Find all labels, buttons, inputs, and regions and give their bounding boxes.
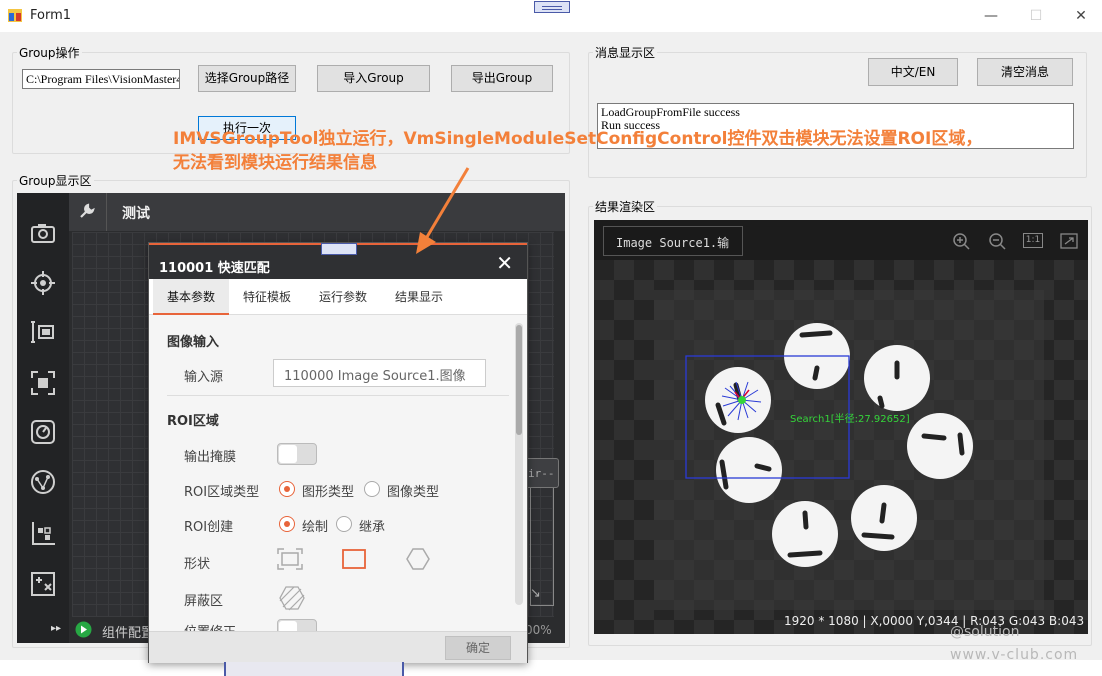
chart-tool-icon[interactable] <box>29 519 57 547</box>
measure-icon[interactable] <box>29 318 57 346</box>
recognize-icon[interactable] <box>29 369 57 397</box>
roi-type-shape-radio[interactable] <box>279 481 295 497</box>
toolbar-divider <box>106 193 107 231</box>
minimize-button[interactable]: — <box>981 6 1001 26</box>
group-path-input[interactable]: C:\Program Files\VisionMaster4 <box>22 69 180 89</box>
match-result-label: Search1[半径:27.92652] <box>790 412 910 425</box>
watermark-handle: @solution <box>950 624 1020 640</box>
roi-create-inherit-label: 继承 <box>359 520 386 535</box>
result-image: Search1[半径:27.92652] <box>654 290 1044 610</box>
section-roi: ROI区域 <box>167 414 219 429</box>
dialog-close-icon[interactable]: ✕ <box>496 251 513 275</box>
calculator-icon[interactable] <box>29 570 57 598</box>
dock-handle[interactable] <box>534 1 570 13</box>
background-window-fragment <box>224 662 404 676</box>
position-correction-label: 位置修正 <box>184 621 236 631</box>
roi-create-draw-radio[interactable] <box>279 516 295 532</box>
wrench-icon[interactable] <box>79 203 95 219</box>
clear-messages-button[interactable]: 清空消息 <box>977 58 1073 86</box>
expand-icon[interactable]: ▸▸ <box>51 623 61 634</box>
import-group-button[interactable]: 导入Group <box>317 65 430 92</box>
result-legend: 结果渲染区 <box>595 200 656 214</box>
output-mask-label: 输出掩膜 <box>184 450 237 465</box>
close-button[interactable]: ✕ <box>1071 6 1091 26</box>
logic-icon[interactable] <box>29 468 57 496</box>
corner-resize-icon[interactable]: ↘ <box>530 586 541 601</box>
shape-label: 形状 <box>184 557 211 572</box>
zoom-percent: 00% <box>525 623 552 637</box>
module-config-dialog: 110001 快速匹配 ✕ 基本参数 特征模板 运行参数 结果显示 图像输入 输… <box>148 242 528 663</box>
play-icon[interactable] <box>75 621 92 638</box>
roi-type-image-label: 图像类型 <box>387 485 440 500</box>
tab-basic-params[interactable]: 基本参数 <box>153 279 230 315</box>
render-status-bar: 1920 * 1080 | X,0000 Y,0344 | R:043 G:04… <box>784 614 1085 628</box>
roi-type-image-radio[interactable] <box>364 481 380 497</box>
mask-area-label: 屏蔽区 <box>184 594 224 609</box>
group-ops-legend: Group操作 <box>19 46 80 60</box>
flow-node[interactable]: ir-- <box>525 458 559 488</box>
zoom-in-icon[interactable] <box>952 232 970 250</box>
mask-area-icon[interactable] <box>279 585 305 611</box>
tab-run-params[interactable]: 运行参数 <box>305 279 381 315</box>
annotation-line-2: 无法看到模块运行结果信息 <box>173 153 377 173</box>
rectangle-shape-icon[interactable] <box>342 548 366 570</box>
issue-annotation: IMVSGroupTool独立运行，VmSingleModuleSetConfi… <box>173 127 982 175</box>
watermark-site: www.v-club.com <box>950 647 1079 663</box>
input-source-label: 输入源 <box>184 370 224 385</box>
tab-result-display[interactable]: 结果显示 <box>381 279 457 315</box>
fit-window-icon[interactable] <box>1060 233 1078 249</box>
annotation-arrow <box>416 167 470 254</box>
dialog-footer: 确定 <box>149 631 527 663</box>
output-mask-toggle[interactable] <box>277 443 317 465</box>
section-divider <box>167 395 509 396</box>
annotation-line-1: IMVSGroupTool独立运行，VmSingleModuleSetConfi… <box>173 129 983 149</box>
dialog-body: 图像输入 输入源 110000 Image Source1.图像 ROI区域 输… <box>149 315 527 631</box>
maximize-button[interactable]: ☐ <box>1026 6 1046 26</box>
calibrate-icon[interactable] <box>29 418 57 446</box>
editor-toolbar: 测试 <box>69 193 565 231</box>
ok-button[interactable]: 确定 <box>445 636 511 660</box>
tool-sidebar: ▸▸ <box>17 193 69 643</box>
roi-create-label: ROI创建 <box>184 520 234 535</box>
dialog-title: 110001 快速匹配 <box>159 261 270 276</box>
input-source-select[interactable]: 110000 Image Source1.图像 <box>273 359 486 387</box>
component-config-label[interactable]: 组件配置 <box>102 622 154 641</box>
window-title: Form1 <box>30 8 72 23</box>
solution-tab[interactable]: 测试 <box>122 203 150 223</box>
export-group-button[interactable]: 导出Group <box>451 65 553 92</box>
section-image-input: 图像输入 <box>167 335 220 350</box>
position-correction-toggle[interactable] <box>277 619 317 631</box>
canvas-vscroll[interactable] <box>554 232 565 617</box>
message-line: LoadGroupFromFile success <box>601 105 740 119</box>
roi-type-shape-label: 图形类型 <box>302 485 355 500</box>
polygon-shape-icon[interactable] <box>406 547 430 571</box>
dialog-dock-handle[interactable] <box>321 243 357 255</box>
language-toggle-button[interactable]: 中文/EN <box>868 58 958 86</box>
full-image-shape-icon[interactable] <box>277 548 303 570</box>
message-legend: 消息显示区 <box>595 46 656 60</box>
actual-size-button[interactable]: 1:1 <box>1023 233 1043 248</box>
image-source-select[interactable]: Image Source1.输 <box>603 226 743 256</box>
zoom-out-icon[interactable] <box>988 232 1006 250</box>
dialog-scrollbar[interactable] <box>515 323 523 605</box>
app-icon <box>8 9 22 22</box>
select-path-button[interactable]: 选择Group路径 <box>198 65 296 92</box>
roi-type-label: ROI区域类型 <box>184 485 260 500</box>
tab-feature-template[interactable]: 特征模板 <box>229 279 305 315</box>
roi-create-inherit-radio[interactable] <box>336 516 352 532</box>
camera-icon[interactable] <box>29 219 57 247</box>
group-display-legend: Group显示区 <box>19 174 92 188</box>
title-bar: Form1 — ☐ ✕ <box>0 0 1102 32</box>
locate-icon[interactable] <box>29 269 57 297</box>
roi-create-draw-label: 绘制 <box>302 520 329 535</box>
dialog-tabs: 基本参数 特征模板 运行参数 结果显示 <box>149 279 527 315</box>
